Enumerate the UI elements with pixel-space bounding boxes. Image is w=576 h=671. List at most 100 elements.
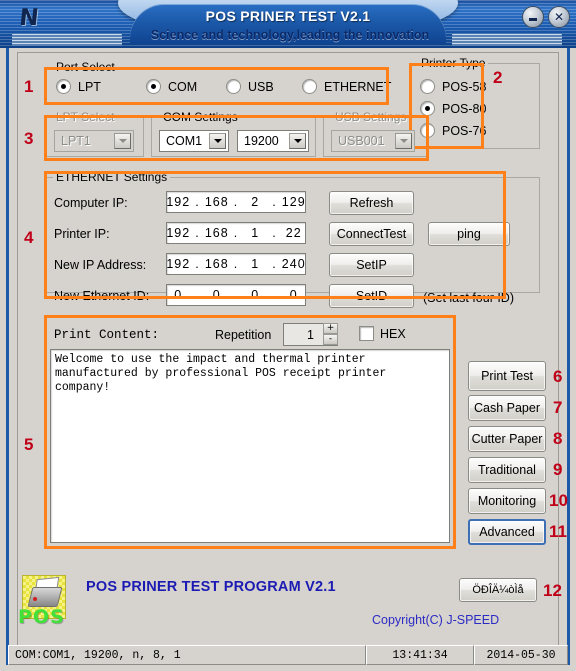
connect-test-button[interactable]: ConnectTest [329,222,414,246]
repetition-stepper[interactable]: + - [323,323,338,345]
ip-sep: . [272,288,277,302]
monitoring-button[interactable]: Monitoring [468,488,546,514]
cutter-paper-button[interactable]: Cutter Paper [468,426,546,452]
radio-printer-pos80[interactable]: POS-80 [420,101,486,116]
ip-sep: . [195,195,200,209]
radio-label-pos80: POS-80 [442,101,487,116]
ping-button[interactable]: ping [428,222,510,246]
computer-ip-label: Computer IP: [54,196,128,210]
ip-sep: . [195,226,200,240]
status-date: 2014-05-30 [474,645,568,665]
pos-icon-caption: POS [18,606,65,628]
ip-sep: . [195,288,200,302]
new-ip-address-input[interactable]: 192. 168. 1. 240 [166,253,306,275]
set-ip-button[interactable]: SetIP [329,253,414,277]
ethernet-hint: (Set last four ID) [423,291,514,305]
app-logo-icon: N [18,5,40,31]
marker-11: 11 [549,522,567,541]
footer-copyright: Copyright(C) J-SPEED [372,613,500,627]
ip-sep: . [233,288,239,302]
status-time: 13:41:34 [366,645,474,665]
computer-ip-octet-3: 2 [251,195,260,209]
radio-printer-pos58[interactable]: POS-58 [420,79,486,94]
marker-9: 9 [553,460,563,479]
radio-port-ethernet[interactable]: ETHERNET [302,79,391,94]
window-title: POS PRINER TEST V2.1 [205,8,371,24]
repetition-increment-button[interactable]: + [323,323,338,334]
radio-port-usb[interactable]: USB [226,79,274,94]
advanced-button[interactable]: Advanced [468,519,546,545]
new-ip-address-label: New IP Address: [54,258,147,272]
com-settings-title: COM Settings [160,110,241,124]
hex-checkbox-box [359,326,374,341]
new-ethernet-id-label: New Ethernet ID: [54,289,150,303]
new-ip-octet-4: 240 [281,257,306,271]
computer-ip-input[interactable]: 192. 168. 2. 129 [166,191,306,213]
usb-port-combo[interactable]: USB001 [331,130,415,152]
usb-settings-title: USB Settings [332,110,410,124]
radio-label-lpt: LPT [78,79,101,94]
com-port-combo[interactable]: COM1 [159,130,229,152]
marker-2: 2 [493,68,503,87]
ip-sep: . [272,257,277,271]
new-ip-octet-2: 168 [204,257,229,271]
com-port-value: COM1 [166,134,203,148]
window-controls: ✕ [522,6,570,28]
chevron-down-icon-lpt[interactable] [114,133,131,149]
lpt-port-combo[interactable]: LPT1 [54,130,134,152]
radio-dot-lpt [56,79,71,94]
marker-4: 4 [24,228,34,247]
radio-label-pos76: POS-76 [442,123,487,138]
computer-ip-octet-1: 192 [166,195,191,209]
ip-sep: . [233,226,239,240]
printer-ip-octet-2: 168 [204,226,229,240]
com-baud-combo[interactable]: 19200 [237,130,309,152]
radio-dot-pos58 [420,79,435,94]
computer-ip-octet-4: 129 [281,195,306,209]
ethernet-settings-title: ETHERNET Settings [53,170,171,184]
chevron-down-icon-com-port[interactable] [209,133,226,149]
chevron-down-icon-usb[interactable] [395,133,412,149]
radio-label-ethernet: ETHERNET [324,79,392,94]
close-icon[interactable]: ✕ [548,6,570,28]
hex-checkbox[interactable]: HEX [359,326,406,341]
cash-paper-button[interactable]: Cash Paper [468,395,546,421]
printer-ip-label: Printer IP: [54,227,110,241]
minimize-button[interactable] [522,6,544,28]
new-ip-octet-1: 192 [166,257,191,271]
port-select-title: Port Select [53,60,118,74]
print-test-button[interactable]: Print Test [468,361,546,391]
new-eth-id-octet-1: 0 [174,288,183,302]
title-bar: N POS PRINER TEST V2.1 Science and techn… [0,0,576,48]
print-content-textarea[interactable]: Welcome to use the impact and thermal pr… [50,349,450,543]
radio-printer-pos76[interactable]: POS-76 [420,123,486,138]
language-toggle-button[interactable]: ÖÐÎÄ¼òÌå [459,578,537,602]
marker-5: 5 [24,435,34,454]
window-subtitle: Science and technology,leading the innov… [150,28,430,42]
lpt-port-value: LPT1 [61,134,91,148]
hex-checkbox-label: HEX [380,326,406,341]
new-ip-octet-3: 1 [251,257,260,271]
main-panel: Port Select LPT COM USB ETHERNET 1 Print… [17,52,568,648]
radio-label-usb: USB [248,79,274,94]
new-eth-id-octet-3: 0 [251,288,260,302]
radio-dot-usb [226,79,241,94]
refresh-button[interactable]: Refresh [329,191,414,215]
com-baud-value: 19200 [244,134,279,148]
set-id-button[interactable]: SetID [329,284,414,308]
print-content-label: Print Content: [54,328,160,342]
radio-label-pos58: POS-58 [442,79,487,94]
printer-type-title: Printer Type [418,56,489,70]
radio-port-com[interactable]: COM [146,79,197,94]
application-window: N POS PRINER TEST V2.1 Science and techn… [0,0,576,671]
printer-ip-input[interactable]: 192. 168. 1. 22 [166,222,306,244]
radio-port-lpt[interactable]: LPT [56,79,101,94]
usb-port-value: USB001 [338,134,385,148]
chevron-down-icon-com-baud[interactable] [289,133,306,149]
marker-12: 12 [543,581,562,600]
ip-sep: . [272,195,277,209]
radio-dot-com [146,79,161,94]
repetition-decrement-button[interactable]: - [323,334,338,345]
new-ethernet-id-input[interactable]: 0. 0. 0. 0 [166,284,306,306]
traditional-button[interactable]: Traditional [468,457,546,483]
